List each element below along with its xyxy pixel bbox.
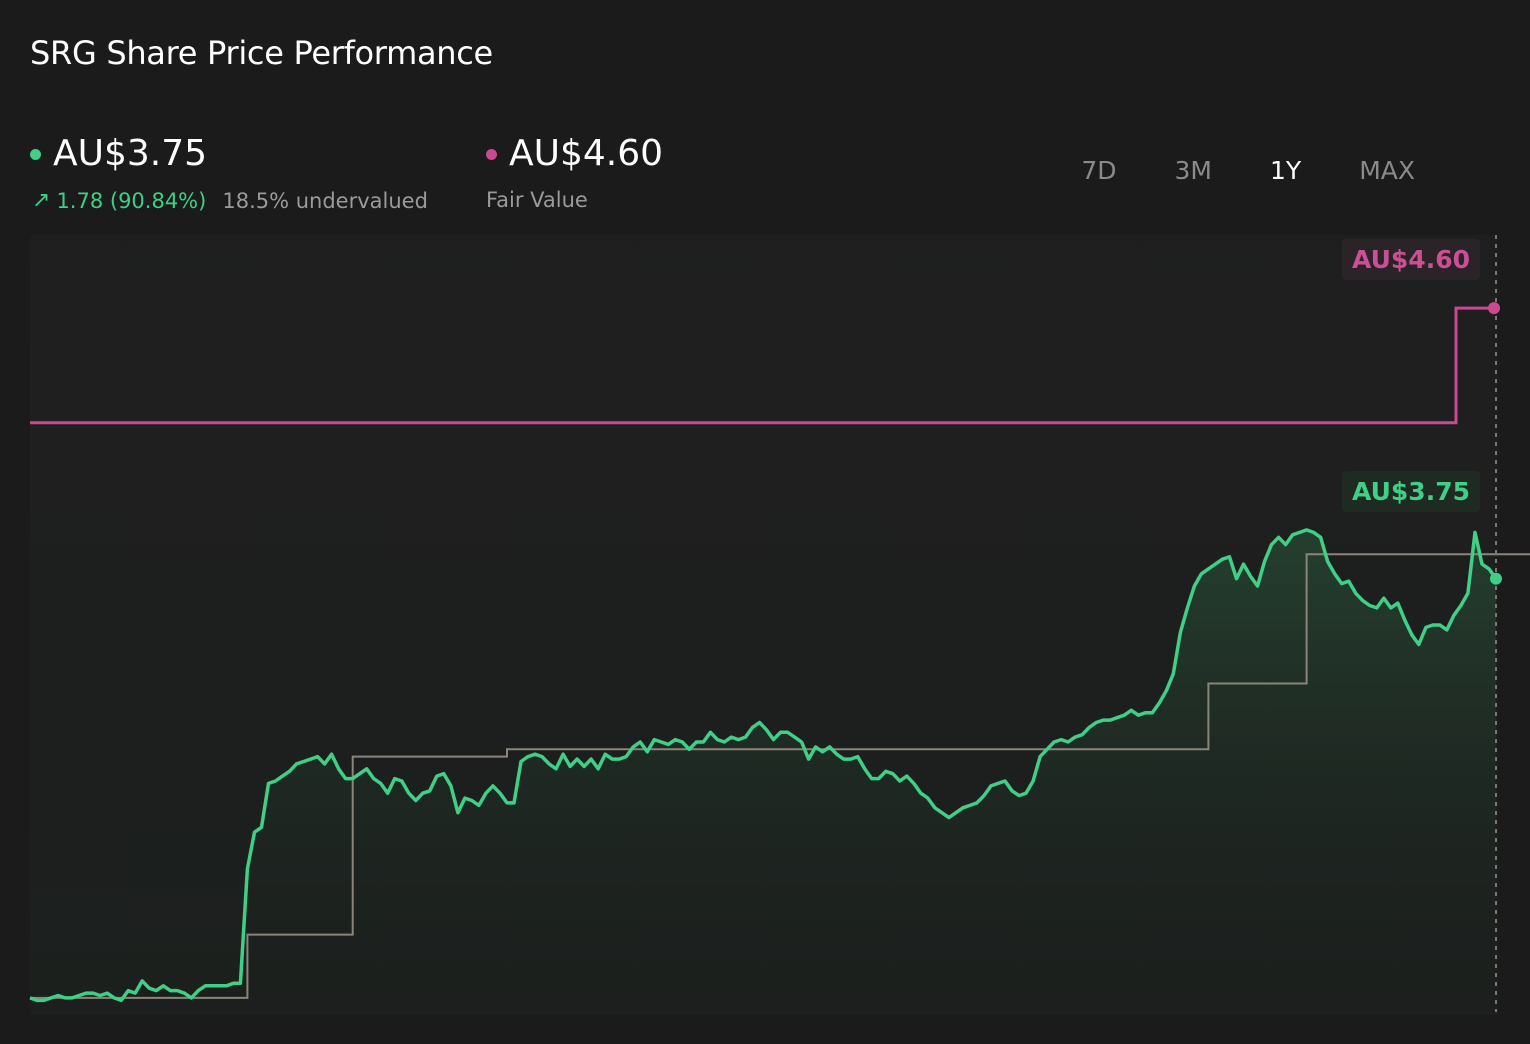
fair-value-tag: AU$4.60 bbox=[1342, 239, 1480, 280]
current-price-tag: AU$3.75 bbox=[1342, 471, 1480, 512]
fair-value-end-dot bbox=[1488, 302, 1500, 315]
price-end-dot bbox=[1490, 572, 1502, 585]
price-chart bbox=[29, 235, 1530, 1015]
